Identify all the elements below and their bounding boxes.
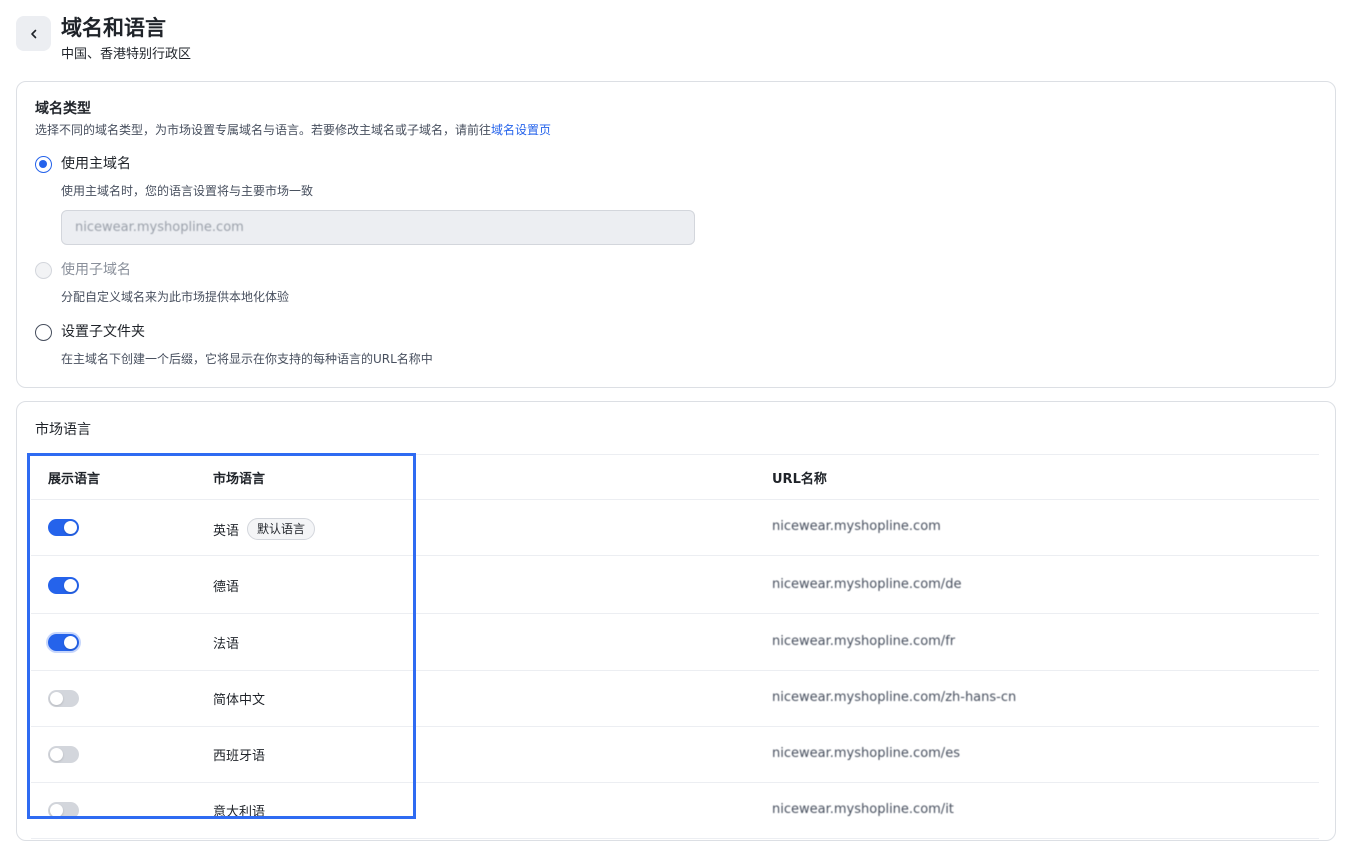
- radio-subdomain: 使用子域名: [35, 260, 131, 280]
- display-toggle[interactable]: [48, 746, 79, 763]
- radio-unchecked-icon[interactable]: [35, 323, 52, 341]
- domain-type-description: 选择不同的域名类型，为市场设置专属域名与语言。若要修改主域名或子域名，请前往域名…: [35, 122, 551, 139]
- table-row: 意大利语 nicewear.myshopline.com/it: [31, 782, 1319, 839]
- url-name: nicewear.myshopline.com/es: [772, 746, 960, 761]
- language-name: 英语: [213, 523, 240, 539]
- url-name: nicewear.myshopline.com/it: [772, 802, 954, 817]
- display-toggle[interactable]: [48, 690, 79, 707]
- language-cell: 德语: [213, 576, 239, 595]
- display-toggle[interactable]: [48, 634, 79, 651]
- default-language-badge: 默认语言: [247, 518, 316, 540]
- market-languages-card: 市场语言 展示语言 市场语言 URL名称 英语 默认语言 nicewear.my…: [16, 401, 1336, 841]
- primary-domain-value: nicewear.myshopline.com: [75, 220, 244, 235]
- column-display-language: 展示语言: [48, 472, 101, 487]
- table-row: 简体中文 nicewear.myshopline.com/zh-hans-cn: [31, 670, 1319, 727]
- url-name: nicewear.myshopline.com/zh-hans-cn: [772, 690, 1017, 705]
- primary-domain-field: nicewear.myshopline.com: [61, 210, 695, 245]
- table-row: 法语 nicewear.myshopline.com/fr: [31, 614, 1319, 671]
- language-name: 西班牙语: [213, 749, 266, 764]
- chevron-left-icon: [30, 29, 36, 38]
- display-toggle[interactable]: [48, 519, 79, 536]
- domain-type-title: 域名类型: [35, 101, 91, 117]
- language-name: 简体中文: [213, 693, 266, 708]
- radio-subdomain-label: 使用子域名: [61, 262, 131, 278]
- radio-subdomain-desc: 分配自定义域名来为此市场提供本地化体验: [61, 290, 290, 304]
- radio-disabled-icon: [35, 261, 52, 279]
- url-name: nicewear.myshopline.com/fr: [772, 634, 956, 649]
- table-row: 德语 nicewear.myshopline.com/de: [31, 557, 1319, 614]
- language-name: 德语: [213, 580, 240, 595]
- column-url-name: URL名称: [772, 472, 827, 487]
- language-cell: 英语 默认语言: [213, 518, 316, 540]
- domain-type-description-text: 选择不同的域名类型，为市场设置专属域名与语言。若要修改主域名或子域名，请前往: [35, 123, 492, 137]
- language-cell: 简体中文: [213, 689, 265, 708]
- language-name: 法语: [213, 637, 240, 652]
- radio-primary-domain-label: 使用主域名: [61, 156, 131, 172]
- radio-checked-icon[interactable]: [35, 155, 52, 173]
- display-toggle[interactable]: [48, 577, 79, 594]
- column-market-language: 市场语言: [213, 472, 266, 487]
- domain-settings-link[interactable]: 域名设置页: [491, 123, 551, 137]
- page-title: 域名和语言: [61, 16, 166, 40]
- display-toggle[interactable]: [48, 802, 79, 819]
- table-row: 英语 默认语言 nicewear.myshopline.com: [31, 499, 1319, 556]
- url-name: nicewear.myshopline.com: [772, 519, 941, 534]
- radio-subfolder-label: 设置子文件夹: [61, 324, 145, 340]
- language-cell: 法语: [213, 633, 239, 652]
- language-name: 意大利语: [213, 805, 266, 820]
- url-name: nicewear.myshopline.com/de: [772, 577, 962, 592]
- table-row: 西班牙语 nicewear.myshopline.com/es: [31, 726, 1319, 783]
- radio-primary-domain-desc: 使用主域名时，您的语言设置将与主要市场一致: [61, 184, 314, 198]
- radio-subfolder-desc: 在主域名下创建一个后缀，它将显示在你支持的每种语言的URL名称中: [61, 352, 433, 366]
- domain-type-card: 域名类型 选择不同的域名类型，为市场设置专属域名与语言。若要修改主域名或子域名，…: [16, 81, 1336, 388]
- radio-subfolder[interactable]: 设置子文件夹: [35, 322, 145, 342]
- market-languages-title: 市场语言: [35, 422, 91, 438]
- language-cell: 西班牙语: [213, 745, 265, 764]
- table-header: 展示语言 市场语言 URL名称: [31, 454, 1319, 500]
- radio-primary-domain[interactable]: 使用主域名: [35, 154, 131, 174]
- back-button[interactable]: [16, 16, 51, 51]
- language-cell: 意大利语: [213, 801, 265, 820]
- page-subtitle: 中国、香港特别行政区: [61, 47, 192, 62]
